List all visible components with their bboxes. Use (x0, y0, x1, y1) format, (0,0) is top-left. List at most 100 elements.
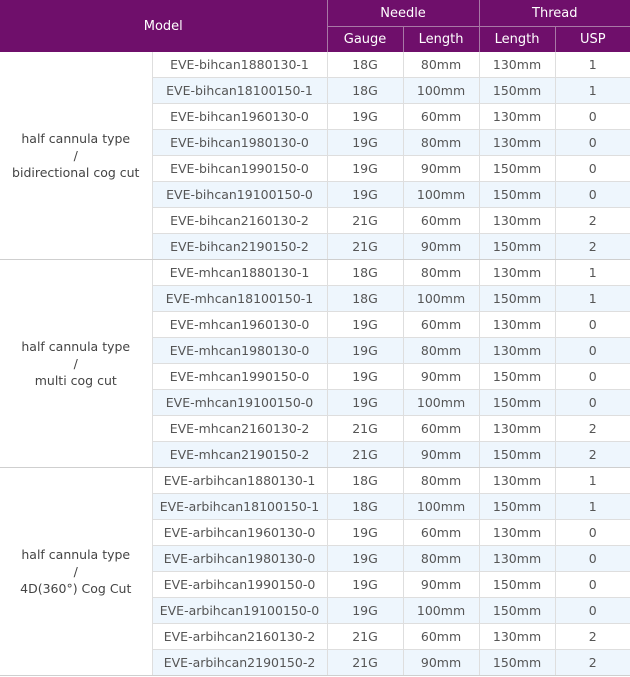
usp-cell: 0 (555, 337, 630, 364)
thread-length-cell: 130mm (479, 337, 556, 364)
model-cell: EVE-bihcan2160130-2 (152, 207, 328, 234)
gauge-cell: 19G (327, 571, 404, 598)
usp-cell: 1 (555, 77, 630, 104)
usp-cell: 1 (555, 52, 630, 78)
usp-cell: 0 (555, 155, 630, 182)
thread-type-line: / (73, 148, 78, 163)
thread-type-cell: half cannula type / 4D(360°) Cog Cut (0, 467, 153, 676)
needle-length-cell: 100mm (403, 285, 480, 312)
gauge-cell: 19G (327, 389, 404, 416)
needle-length-cell: 100mm (403, 181, 480, 208)
gauge-cell: 18G (327, 467, 404, 494)
needle-length-cell: 80mm (403, 129, 480, 156)
usp-cell: 0 (555, 181, 630, 208)
model-cell: EVE-arbihcan19100150-0 (152, 597, 328, 624)
thread-type-line: half cannula type (21, 547, 131, 562)
model-cell: EVE-bihcan18100150-1 (152, 77, 328, 104)
model-cell: EVE-arbihcan1990150-0 (152, 571, 328, 598)
needle-length-cell: 60mm (403, 623, 480, 650)
needle-length-cell: 90mm (403, 233, 480, 260)
thread-length-cell: 130mm (479, 467, 556, 494)
model-cell: EVE-bihcan19100150-0 (152, 181, 328, 208)
thread-length-cell: 150mm (479, 363, 556, 390)
thread-length-cell: 150mm (479, 441, 556, 468)
thread-type-line: 4D(360°) Cog Cut (20, 581, 132, 596)
model-cell: EVE-bihcan1990150-0 (152, 155, 328, 182)
thread-type-line: / (73, 564, 78, 579)
header-needle: Needle (327, 0, 480, 27)
model-cell: EVE-mhcan1880130-1 (152, 259, 328, 286)
gauge-cell: 18G (327, 77, 404, 104)
needle-length-cell: 80mm (403, 52, 480, 78)
usp-cell: 2 (555, 649, 630, 676)
model-cell: EVE-bihcan1980130-0 (152, 129, 328, 156)
thread-length-cell: 130mm (479, 103, 556, 130)
gauge-cell: 21G (327, 623, 404, 650)
model-cell: EVE-bihcan1880130-1 (152, 52, 328, 78)
usp-cell: 2 (555, 441, 630, 468)
usp-cell: 0 (555, 519, 630, 546)
usp-cell: 0 (555, 597, 630, 624)
gauge-cell: 19G (327, 519, 404, 546)
header-model: Model (0, 0, 328, 52)
usp-cell: 0 (555, 129, 630, 156)
needle-length-cell: 90mm (403, 155, 480, 182)
thread-type-cell: half cannula type / bidirectional cog cut (0, 52, 153, 260)
needle-length-cell: 60mm (403, 311, 480, 338)
thread-length-cell: 130mm (479, 519, 556, 546)
header-thread: Thread (479, 0, 630, 27)
thread-type-cell: half cannula type / multi cog cut (0, 259, 153, 468)
gauge-cell: 18G (327, 285, 404, 312)
usp-cell: 0 (555, 311, 630, 338)
model-cell: EVE-arbihcan2160130-2 (152, 623, 328, 650)
thread-length-cell: 130mm (479, 545, 556, 572)
gauge-cell: 19G (327, 337, 404, 364)
needle-length-cell: 100mm (403, 597, 480, 624)
needle-length-cell: 80mm (403, 467, 480, 494)
thread-type-line: multi cog cut (34, 373, 117, 388)
gauge-cell: 21G (327, 441, 404, 468)
usp-cell: 0 (555, 363, 630, 390)
usp-cell: 1 (555, 259, 630, 286)
thread-length-cell: 150mm (479, 389, 556, 416)
model-cell: EVE-mhcan1990150-0 (152, 363, 328, 390)
table-row: half cannula type / multi cog cut EVE-mhcan… (0, 259, 630, 468)
gauge-cell: 18G (327, 52, 404, 78)
usp-cell: 2 (555, 623, 630, 650)
gauge-cell: 21G (327, 415, 404, 442)
thread-type-line: half cannula type (21, 339, 131, 354)
gauge-cell: 18G (327, 259, 404, 286)
usp-cell: 1 (555, 467, 630, 494)
needle-length-cell: 90mm (403, 363, 480, 390)
table-row: half cannula type / 4D(360°) Cog Cut EVE-ar… (0, 467, 630, 676)
thread-length-cell: 130mm (479, 129, 556, 156)
table-body: half cannula type / bidirectional cog cut E… (0, 52, 630, 676)
gauge-cell: 21G (327, 233, 404, 260)
usp-cell: 1 (555, 493, 630, 520)
needle-length-cell: 90mm (403, 649, 480, 676)
table-header: Model Needle Thread Gauge Length Length … (0, 0, 630, 52)
needle-length-cell: 60mm (403, 207, 480, 234)
model-cell: EVE-mhcan19100150-0 (152, 389, 328, 416)
model-cell: EVE-mhcan2160130-2 (152, 415, 328, 442)
gauge-cell: 19G (327, 311, 404, 338)
thread-length-cell: 130mm (479, 207, 556, 234)
thread-length-cell: 150mm (479, 155, 556, 182)
model-cell: EVE-arbihcan2190150-2 (152, 649, 328, 676)
usp-cell: 2 (555, 207, 630, 234)
gauge-cell: 21G (327, 207, 404, 234)
usp-cell: 0 (555, 545, 630, 572)
needle-length-cell: 80mm (403, 337, 480, 364)
gauge-cell: 18G (327, 493, 404, 520)
thread-length-cell: 150mm (479, 285, 556, 312)
thread-type-line: bidirectional cog cut (12, 165, 140, 180)
model-cell: EVE-mhcan18100150-1 (152, 285, 328, 312)
model-cell: EVE-mhcan1960130-0 (152, 311, 328, 338)
thread-length-cell: 150mm (479, 571, 556, 598)
model-cell: EVE-arbihcan1980130-0 (152, 545, 328, 572)
usp-cell: 0 (555, 103, 630, 130)
gauge-cell: 19G (327, 363, 404, 390)
gauge-cell: 19G (327, 597, 404, 624)
usp-cell: 2 (555, 233, 630, 260)
thread-type-line: / (73, 356, 78, 371)
